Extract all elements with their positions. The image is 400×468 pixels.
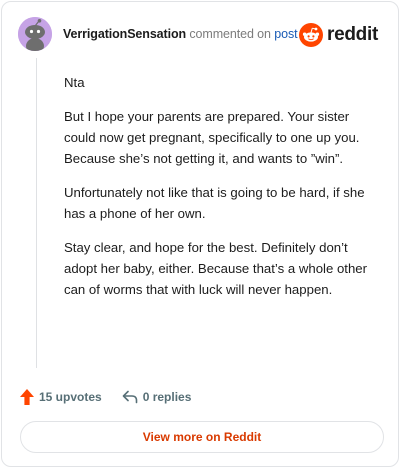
reddit-logo-icon (299, 23, 324, 47)
thread-line (36, 58, 37, 368)
comment-embed-card: VerrigationSensation commented on post r… (1, 1, 399, 467)
post-link[interactable]: post (274, 27, 297, 41)
reddit-brand-link[interactable]: reddit (299, 22, 378, 48)
comment-paragraph: Stay clear, and hope for the best. Defin… (64, 240, 368, 297)
comment-paragraph: But I hope your parents are prepared. Yo… (64, 109, 360, 166)
comment-body: Nta But I hope your parents are prepared… (64, 72, 384, 313)
byline-verb: commented on (189, 27, 271, 41)
replies-button[interactable]: 0 replies (122, 390, 192, 404)
view-more-button[interactable]: View more on Reddit (20, 421, 384, 453)
reddit-wordmark: reddit (327, 24, 378, 45)
comment-paragraph: Unfortunately not like that is going to … (64, 185, 365, 221)
reply-count: 0 replies (142, 390, 192, 404)
comment-paragraph: Nta (64, 75, 85, 90)
username-link[interactable]: VerrigationSensation (63, 27, 186, 41)
upvote-button[interactable]: 15 upvotes (20, 389, 102, 405)
reply-arrow-icon (122, 390, 138, 404)
arrow-up-icon (20, 389, 34, 405)
comment-actions: 15 upvotes 0 replies (20, 386, 191, 408)
user-avatar[interactable] (18, 17, 52, 51)
upvote-count: 15 upvotes (39, 390, 102, 404)
snoo-avatar-icon (18, 17, 52, 51)
comment-byline: VerrigationSensation commented on post (63, 27, 298, 41)
comment-header: VerrigationSensation commented on post r… (18, 17, 386, 53)
